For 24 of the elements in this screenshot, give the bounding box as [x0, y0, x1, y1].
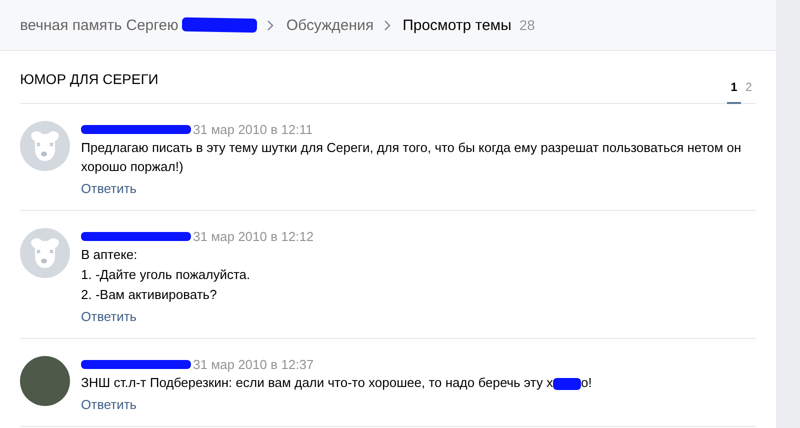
post-date: 31 мар 2010 в 12:37: [193, 356, 314, 374]
post-text: ЗНШ ст.л-т Подберезкин: если вам дали что-то хорошее, то надо беречь эту х: [81, 375, 553, 390]
post-date: 31 мар 2010 в 12:11: [193, 120, 313, 138]
post-text: В аптеке:: [81, 247, 138, 262]
chevron-icon: [384, 20, 391, 30]
reply-link[interactable]: Ответить: [81, 179, 756, 198]
page-link[interactable]: 1: [726, 80, 742, 104]
topic-title: ЮМОР ДЛЯ СЕРЕГИ: [20, 70, 158, 89]
post-text: о!: [580, 375, 592, 390]
post-date: 31 мар 2010 в 12:12: [193, 228, 314, 246]
breadcrumb-link[interactable]: вечная память Сергею: [20, 16, 178, 34]
breadcrumb-current: Просмотр темы: [402, 16, 512, 34]
redaction-mark: [552, 378, 581, 390]
breadcrumb-link[interactable]: Обсуждения: [286, 16, 374, 34]
chevron-icon: [267, 20, 274, 30]
default-avatar-icon[interactable]: [20, 121, 70, 171]
photo-placeholder[interactable]: [20, 356, 70, 406]
post-text: 1. -Дайте уголь пожалуйста.: [81, 267, 250, 282]
reply-link[interactable]: Ответить: [81, 395, 756, 414]
post-text: Предлагаю писать в эту тему шутки для Сереги, для того, что бы когда ему разрешат пользоваться нетом он хорошо поржал!): [81, 140, 742, 174]
post-text: 2. -Вам активировать?: [81, 287, 217, 302]
default-avatar-icon[interactable]: [20, 228, 70, 278]
post-count: 28: [519, 17, 535, 33]
reply-link[interactable]: Ответить: [81, 307, 756, 326]
